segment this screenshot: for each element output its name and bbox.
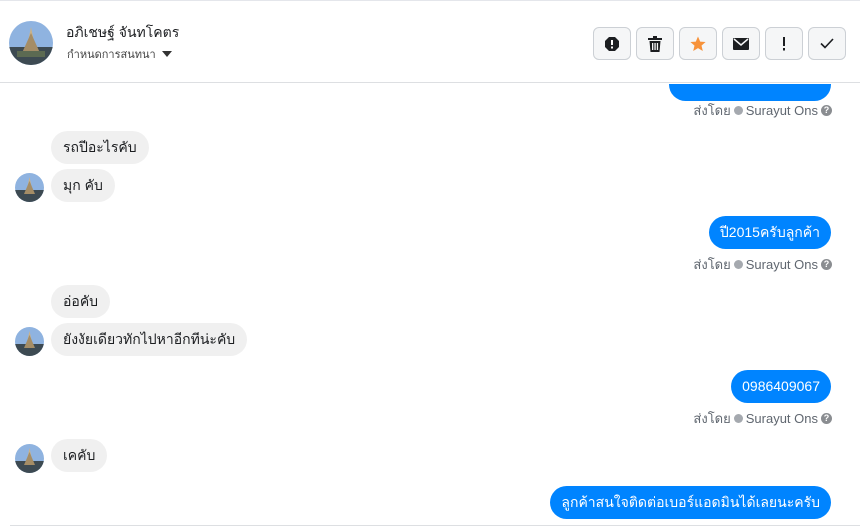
- spam-icon: [605, 36, 619, 51]
- contact-avatar-small[interactable]: [15, 444, 44, 473]
- sender-name[interactable]: Surayut Ons: [746, 103, 818, 118]
- sent-by-line: ส่งโดย Surayut Ons ?: [693, 408, 832, 429]
- message-bubble-incoming[interactable]: มุก คับ: [51, 169, 115, 202]
- sender-name[interactable]: Surayut Ons: [746, 411, 818, 426]
- message-bubble-incoming[interactable]: รถปีอะไรคับ: [51, 131, 149, 164]
- sent-by-line: ส่งโดย Surayut Ons ?: [693, 254, 832, 275]
- composer-divider: [10, 525, 860, 526]
- sent-by-prefix: ส่งโดย: [693, 257, 731, 272]
- contact-name[interactable]: อภิเชษฐ์ จันทโคตร: [66, 22, 179, 44]
- contact-avatar[interactable]: [9, 21, 53, 65]
- message-bubble-incoming[interactable]: เคคับ: [51, 439, 108, 472]
- trash-icon: [648, 35, 662, 52]
- message-bubble-outgoing[interactable]: ปี2015ครับลูกค้า: [708, 216, 831, 249]
- star-button[interactable]: [679, 27, 717, 60]
- page-icon: [733, 260, 743, 269]
- assign-conversation-dropdown[interactable]: กำหนดการสนทนา: [67, 45, 172, 63]
- exclamation-icon: [783, 36, 785, 50]
- help-icon[interactable]: ?: [821, 105, 832, 116]
- conversation-header: อภิเชษฐ์ จันทโคตร กำหนดการสนทนา: [0, 0, 860, 83]
- mark-unread-button[interactable]: [722, 27, 760, 60]
- conversation-actions: [593, 27, 846, 60]
- delete-button[interactable]: [636, 27, 674, 60]
- message-thread[interactable]: ส่งโดย Surayut Ons ? รถปีอะไรคับ มุก คับ…: [0, 84, 860, 530]
- message-bubble-incoming[interactable]: อ่อคับ: [51, 285, 111, 318]
- assign-conversation-label: กำหนดการสนทนา: [67, 49, 156, 61]
- page-icon: [733, 106, 743, 115]
- star-icon: [690, 36, 706, 51]
- contact-avatar-small[interactable]: [15, 327, 44, 356]
- mark-done-button[interactable]: [808, 27, 846, 60]
- sent-by-prefix: ส่งโดย: [693, 411, 731, 426]
- sent-by-line: ส่งโดย Surayut Ons ?: [693, 100, 832, 121]
- contact-avatar-small[interactable]: [15, 173, 44, 202]
- check-icon: [820, 38, 834, 49]
- sent-by-prefix: ส่งโดย: [693, 103, 731, 118]
- message-bubble-outgoing[interactable]: [669, 84, 831, 101]
- message-bubble-outgoing[interactable]: ลูกค้าสนใจติดต่อเบอร์แอดมินได้เลยนะครับ: [550, 486, 831, 519]
- mark-spam-button[interactable]: [593, 27, 631, 60]
- caret-down-icon: [161, 51, 172, 57]
- message-bubble-incoming[interactable]: ยังงัยเดียวทักไปหาอีกทีน่ะคับ: [51, 323, 248, 356]
- sender-name[interactable]: Surayut Ons: [746, 257, 818, 272]
- message-bubble-outgoing[interactable]: 0986409067: [731, 370, 831, 403]
- page-icon: [733, 414, 743, 423]
- follow-up-button[interactable]: [765, 27, 803, 60]
- help-icon[interactable]: ?: [821, 259, 832, 270]
- envelope-icon: [733, 37, 749, 50]
- help-icon[interactable]: ?: [821, 413, 832, 424]
